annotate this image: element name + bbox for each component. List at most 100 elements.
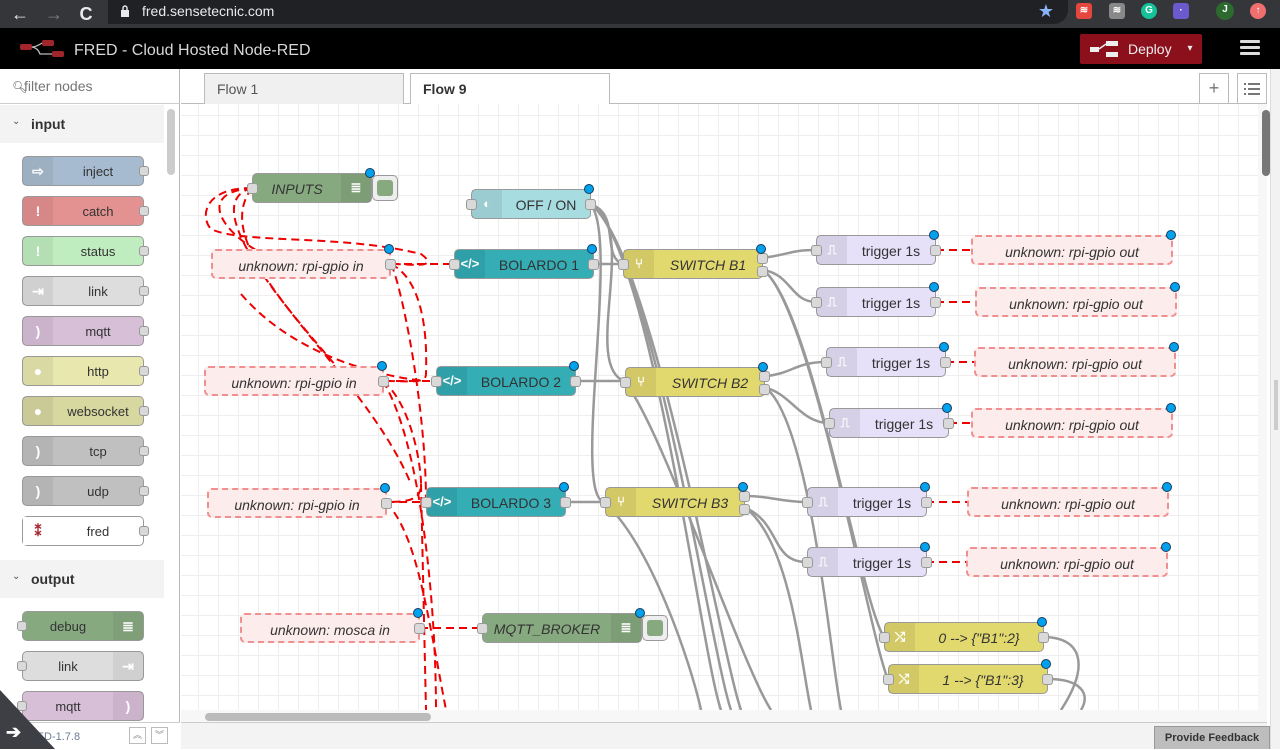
bookmark-star-icon[interactable]: ★ xyxy=(1038,1,1054,22)
flow-node-gpio-out-2[interactable]: unknown: rpi-gpio out xyxy=(975,282,1180,317)
input-port[interactable] xyxy=(477,623,488,634)
output-port-2[interactable] xyxy=(759,384,770,395)
grammarly-extension-icon[interactable]: G xyxy=(1141,3,1157,19)
deploy-menu-caret[interactable]: ▾ xyxy=(1178,34,1202,64)
palette-node-debug[interactable]: debug ≣ xyxy=(17,611,144,641)
canvas-horizontal-scroll-thumb[interactable] xyxy=(205,713,431,721)
output-port[interactable] xyxy=(1038,632,1049,643)
palette-node-mqtt-in[interactable]: ) mqtt xyxy=(22,316,149,346)
list-flows-button[interactable] xyxy=(1237,73,1267,103)
output-port-1[interactable] xyxy=(757,253,768,264)
flow-node-switch-b1[interactable]: ⑂ SWITCH B1 xyxy=(618,244,768,279)
flow-node-off-on[interactable]: ◐ OFF / ON xyxy=(466,184,596,219)
flow-node-mqtt-broker-debug[interactable]: MQTT_BROKER ≣ xyxy=(477,608,645,643)
input-port[interactable] xyxy=(620,377,631,388)
palette-node-catch[interactable]: ! catch xyxy=(22,196,149,226)
expand-all-button[interactable]: ︾ xyxy=(151,727,168,744)
input-port[interactable] xyxy=(811,245,822,256)
flow-node-switch-b2[interactable]: ⑂ SWITCH B2 xyxy=(620,362,770,397)
flow-node-switch-b3[interactable]: ⑂ SWITCH B3 xyxy=(600,482,750,517)
flow-node-change-1[interactable]: ⤭ 0 --> {"B1":2} xyxy=(879,617,1049,652)
flow-canvas[interactable]: INPUTS ≣ ◐ OFF / ON unknown: rpi-gpio in… xyxy=(181,104,1258,710)
flow-node-inputs-debug[interactable]: INPUTS ≣ xyxy=(247,168,375,203)
collapse-all-button[interactable]: ︽ xyxy=(129,727,146,744)
output-port[interactable] xyxy=(385,259,396,270)
deploy-button[interactable]: Deploy ▾ xyxy=(1080,34,1202,64)
flow-node-trigger-6[interactable]: ⎍ trigger 1s xyxy=(802,542,932,577)
flow-node-gpio-out-6[interactable]: unknown: rpi-gpio out xyxy=(966,542,1171,577)
main-menu-button[interactable] xyxy=(1240,40,1260,58)
flow-node-trigger-4[interactable]: ⎍ trigger 1s xyxy=(824,403,954,438)
input-port[interactable] xyxy=(821,357,832,368)
palette-scrollbar[interactable] xyxy=(167,109,175,175)
input-port[interactable] xyxy=(883,674,894,685)
output-port[interactable] xyxy=(930,297,941,308)
address-bar[interactable]: fred.sensetecnic.com ★ xyxy=(108,0,1068,24)
flow-node-gpio-in-2[interactable]: unknown: rpi-gpio in xyxy=(204,361,389,396)
palette-node-udp-in[interactable]: ) udp xyxy=(22,476,149,506)
forward-button[interactable]: → xyxy=(42,2,66,26)
provide-feedback-button[interactable]: Provide Feedback xyxy=(1154,726,1270,749)
flow-node-mosca-in[interactable]: unknown: mosca in xyxy=(240,608,425,643)
output-port[interactable] xyxy=(940,357,951,368)
rss-extension-icon[interactable]: ≋ xyxy=(1076,3,1092,19)
output-port[interactable] xyxy=(930,245,941,256)
add-flow-button[interactable]: + xyxy=(1199,73,1229,103)
flow-node-gpio-out-1[interactable]: unknown: rpi-gpio out xyxy=(971,230,1176,265)
input-port[interactable] xyxy=(879,632,890,643)
palette-node-fred[interactable]: ⁑ fred xyxy=(22,516,149,546)
output-port[interactable] xyxy=(588,259,599,270)
input-port[interactable] xyxy=(802,497,813,508)
output-port[interactable] xyxy=(921,497,932,508)
output-port[interactable] xyxy=(570,376,581,387)
output-port[interactable] xyxy=(381,498,392,509)
flow-node-gpio-out-5[interactable]: unknown: rpi-gpio out xyxy=(967,482,1172,517)
flow-node-bolardo-2[interactable]: </> BOLARDO 2 xyxy=(431,361,581,396)
input-port[interactable] xyxy=(600,497,611,508)
output-port-1[interactable] xyxy=(759,371,770,382)
canvas-vertical-scrollbar[interactable] xyxy=(1258,104,1267,710)
palette-node-http-in[interactable]: ● http xyxy=(22,356,149,386)
debug-toggle-button[interactable] xyxy=(372,175,398,201)
profile-avatar[interactable]: J xyxy=(1216,2,1234,20)
output-port[interactable] xyxy=(560,497,571,508)
output-port-2[interactable] xyxy=(757,266,768,277)
output-port[interactable] xyxy=(585,199,596,210)
page-scroll-thumb[interactable] xyxy=(1274,380,1278,430)
output-port[interactable] xyxy=(378,376,389,387)
debug-toggle-button[interactable] xyxy=(642,615,668,641)
palette-node-link-in[interactable]: ⇥ link xyxy=(22,276,149,306)
feed-extension-icon[interactable]: ≋ xyxy=(1109,3,1125,19)
extension-icon[interactable]: · xyxy=(1173,3,1189,19)
flow-node-gpio-out-4[interactable]: unknown: rpi-gpio out xyxy=(971,403,1176,438)
input-port[interactable] xyxy=(811,297,822,308)
input-port[interactable] xyxy=(802,557,813,568)
category-output-header[interactable]: ⌄ output xyxy=(0,560,164,598)
flow-node-trigger-5[interactable]: ⎍ trigger 1s xyxy=(802,482,932,517)
output-port-1[interactable] xyxy=(739,491,750,502)
flow-node-change-2[interactable]: ⤭ 1 --> {"B1":3} xyxy=(883,659,1053,694)
input-port[interactable] xyxy=(449,259,460,270)
palette-node-websocket-in[interactable]: ● websocket xyxy=(22,396,149,426)
output-port[interactable] xyxy=(921,557,932,568)
palette-node-status[interactable]: ! status xyxy=(22,236,149,266)
reload-button[interactable]: C xyxy=(74,2,98,26)
flow-node-bolardo-1[interactable]: </> BOLARDO 1 xyxy=(449,244,599,279)
palette-node-tcp-in[interactable]: ) tcp xyxy=(22,436,149,466)
filter-nodes-input[interactable] xyxy=(24,78,164,94)
flow-node-gpio-out-3[interactable]: unknown: rpi-gpio out xyxy=(974,342,1179,377)
tab-flow-1[interactable]: Flow 1 xyxy=(204,73,404,105)
input-port[interactable] xyxy=(466,199,477,210)
palette-node-link-out[interactable]: link ⇥ xyxy=(17,651,144,681)
input-port[interactable] xyxy=(431,376,442,387)
output-port[interactable] xyxy=(1042,674,1053,685)
flow-node-trigger-1[interactable]: ⎍ trigger 1s xyxy=(811,230,941,265)
input-port[interactable] xyxy=(824,418,835,429)
category-input-header[interactable]: ⌄ input xyxy=(0,105,164,143)
canvas-vertical-scroll-thumb[interactable] xyxy=(1262,110,1270,176)
input-port[interactable] xyxy=(247,183,258,194)
back-button[interactable]: ← xyxy=(8,2,32,26)
flow-node-trigger-2[interactable]: ⎍ trigger 1s xyxy=(811,282,941,317)
flow-node-trigger-3[interactable]: ⎍ trigger 1s xyxy=(821,342,951,377)
input-port[interactable] xyxy=(618,259,629,270)
